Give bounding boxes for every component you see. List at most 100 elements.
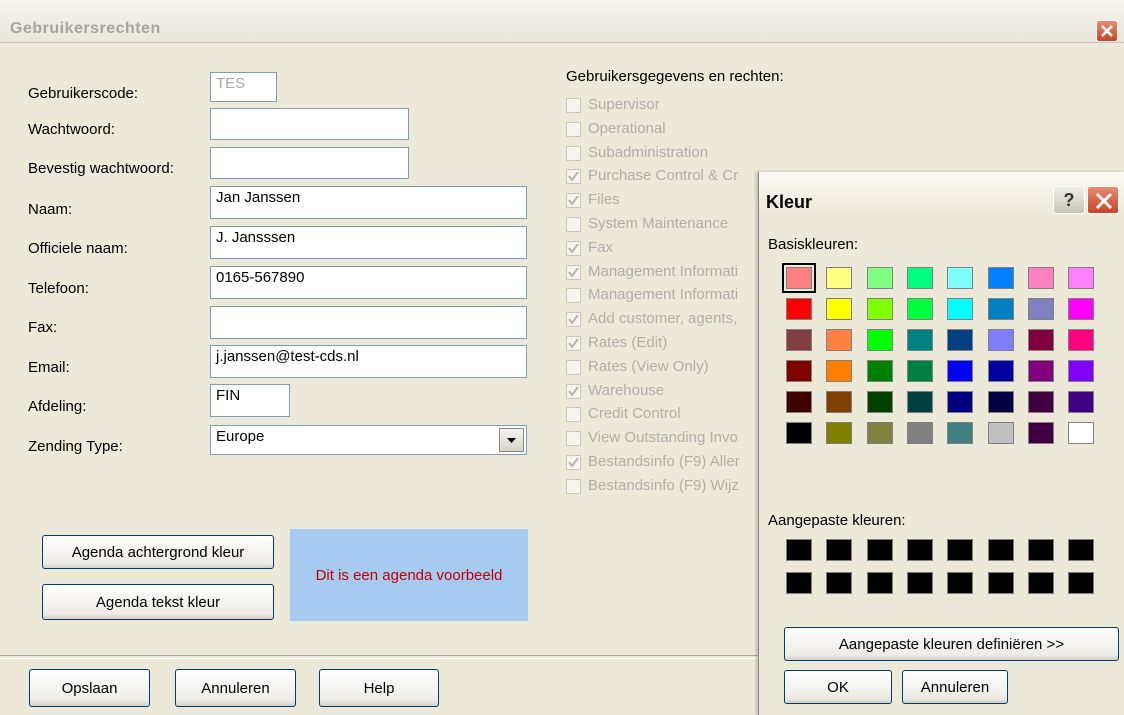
- basic-color-swatch[interactable]: [1068, 267, 1095, 289]
- help-icon[interactable]: ?: [1053, 186, 1085, 214]
- phone-field[interactable]: 0165-567890: [210, 266, 527, 299]
- basic-color-swatch[interactable]: [987, 267, 1014, 289]
- rights-item[interactable]: Bestandsinfo (F9) Wijz: [566, 477, 766, 497]
- basic-color-swatch[interactable]: [1068, 422, 1095, 444]
- rights-checkbox[interactable]: [566, 240, 581, 256]
- basic-color-swatch[interactable]: [786, 391, 812, 413]
- basic-color-swatch[interactable]: [987, 360, 1014, 382]
- custom-color-swatch[interactable]: [786, 572, 812, 594]
- basic-color-swatch[interactable]: [1027, 267, 1054, 289]
- color-dialog-close-button[interactable]: [1087, 186, 1119, 214]
- custom-color-swatch[interactable]: [906, 572, 933, 594]
- basic-color-swatch[interactable]: [782, 263, 816, 293]
- basic-color-swatch[interactable]: [866, 267, 893, 289]
- basic-color-swatch[interactable]: [866, 391, 893, 413]
- custom-color-swatch[interactable]: [866, 539, 893, 561]
- basic-color-swatch[interactable]: [866, 298, 893, 320]
- rights-item[interactable]: Warehouse: [566, 382, 766, 402]
- rights-checkbox[interactable]: [566, 478, 581, 494]
- rights-checkbox[interactable]: [566, 193, 581, 209]
- basic-color-swatch[interactable]: [1068, 391, 1095, 413]
- custom-color-swatch[interactable]: [1068, 539, 1095, 561]
- rights-checkbox[interactable]: [566, 455, 581, 470]
- agenda-background-color-button[interactable]: Agenda achtergrond kleur: [42, 535, 274, 569]
- basic-color-swatch[interactable]: [906, 329, 933, 351]
- custom-color-swatch[interactable]: [987, 572, 1014, 594]
- basic-color-swatch[interactable]: [1068, 360, 1095, 382]
- rights-checkbox[interactable]: [566, 217, 581, 232]
- basic-color-swatch[interactable]: [1027, 298, 1054, 320]
- custom-color-swatch[interactable]: [826, 539, 853, 561]
- save-button[interactable]: Opslaan: [29, 669, 150, 707]
- rights-item[interactable]: System Maintenance: [566, 215, 766, 235]
- rights-checkbox[interactable]: [566, 169, 581, 185]
- close-button[interactable]: [1096, 20, 1118, 42]
- basic-color-swatch[interactable]: [1027, 360, 1054, 382]
- rights-checkbox[interactable]: [566, 359, 581, 375]
- rights-item[interactable]: Rates (View Only): [566, 358, 766, 378]
- confirm-password-field[interactable]: [210, 147, 409, 179]
- code-field[interactable]: TES: [210, 72, 277, 102]
- help-button[interactable]: Help: [319, 669, 439, 707]
- rights-item[interactable]: Management Informati: [566, 286, 766, 306]
- basic-color-swatch[interactable]: [866, 422, 893, 444]
- custom-color-swatch[interactable]: [826, 572, 853, 594]
- basic-color-swatch[interactable]: [826, 267, 853, 289]
- rights-item[interactable]: Fax: [566, 239, 766, 259]
- official-name-field[interactable]: J. Jansssen: [210, 226, 527, 259]
- custom-color-swatch[interactable]: [987, 539, 1014, 561]
- cancel-button[interactable]: Annuleren: [175, 669, 296, 707]
- basic-color-swatch[interactable]: [826, 422, 853, 444]
- basic-color-swatch[interactable]: [1027, 391, 1054, 413]
- rights-checkbox[interactable]: [566, 407, 581, 423]
- basic-color-swatch[interactable]: [906, 298, 933, 320]
- rights-checkbox[interactable]: [566, 145, 581, 161]
- rights-checkbox[interactable]: [566, 312, 581, 328]
- basic-color-swatch[interactable]: [906, 422, 933, 444]
- name-field[interactable]: Jan Janssen: [210, 186, 527, 219]
- rights-checkbox[interactable]: [566, 288, 581, 304]
- basic-color-swatch[interactable]: [866, 329, 893, 351]
- email-field[interactable]: j.janssen@test-cds.nl: [210, 345, 527, 378]
- define-custom-colors-button[interactable]: Aangepaste kleuren definiëren >>: [784, 627, 1119, 661]
- basic-color-swatch[interactable]: [1027, 422, 1054, 444]
- basic-color-swatch[interactable]: [786, 422, 812, 444]
- rights-checkbox[interactable]: [566, 336, 581, 351]
- basic-color-swatch[interactable]: [866, 360, 893, 382]
- password-field[interactable]: [210, 108, 409, 140]
- agenda-text-color-button[interactable]: Agenda tekst kleur: [42, 584, 274, 620]
- rights-item[interactable]: Subadministration: [566, 144, 766, 164]
- color-cancel-button[interactable]: Annuleren: [902, 670, 1008, 704]
- custom-color-swatch[interactable]: [1027, 539, 1054, 561]
- basic-color-swatch[interactable]: [906, 360, 933, 382]
- basic-color-swatch[interactable]: [1068, 298, 1095, 320]
- basic-color-swatch[interactable]: [786, 298, 812, 320]
- rights-item[interactable]: Add customer, agents,: [566, 310, 766, 330]
- rights-item[interactable]: Purchase Control & Cr: [566, 167, 766, 187]
- rights-checkbox[interactable]: [566, 431, 581, 447]
- basic-color-swatch[interactable]: [947, 360, 974, 382]
- basic-color-swatch[interactable]: [906, 267, 933, 289]
- custom-color-swatch[interactable]: [866, 572, 893, 594]
- basic-color-swatch[interactable]: [987, 391, 1014, 413]
- basic-color-swatch[interactable]: [987, 298, 1014, 320]
- custom-color-swatch[interactable]: [1027, 572, 1054, 594]
- custom-color-swatch[interactable]: [947, 539, 974, 561]
- rights-item[interactable]: Management Informati: [566, 263, 766, 283]
- fax-field[interactable]: [210, 306, 527, 339]
- rights-item[interactable]: Files: [566, 191, 766, 211]
- shipping-type-select[interactable]: Europe: [210, 425, 527, 455]
- rights-checkbox[interactable]: [566, 383, 581, 399]
- basic-color-swatch[interactable]: [947, 329, 974, 351]
- basic-color-swatch[interactable]: [1027, 329, 1054, 351]
- basic-color-swatch[interactable]: [947, 298, 974, 320]
- rights-item[interactable]: Credit Control: [566, 405, 766, 425]
- rights-item[interactable]: View Outstanding Invo: [566, 429, 766, 449]
- dropdown-arrow-button[interactable]: [499, 428, 524, 452]
- basic-color-swatch[interactable]: [826, 391, 853, 413]
- basic-color-swatch[interactable]: [826, 360, 853, 382]
- custom-color-swatch[interactable]: [906, 539, 933, 561]
- basic-color-swatch[interactable]: [987, 329, 1014, 351]
- department-field[interactable]: FIN: [210, 384, 290, 417]
- rights-item[interactable]: Operational: [566, 120, 766, 140]
